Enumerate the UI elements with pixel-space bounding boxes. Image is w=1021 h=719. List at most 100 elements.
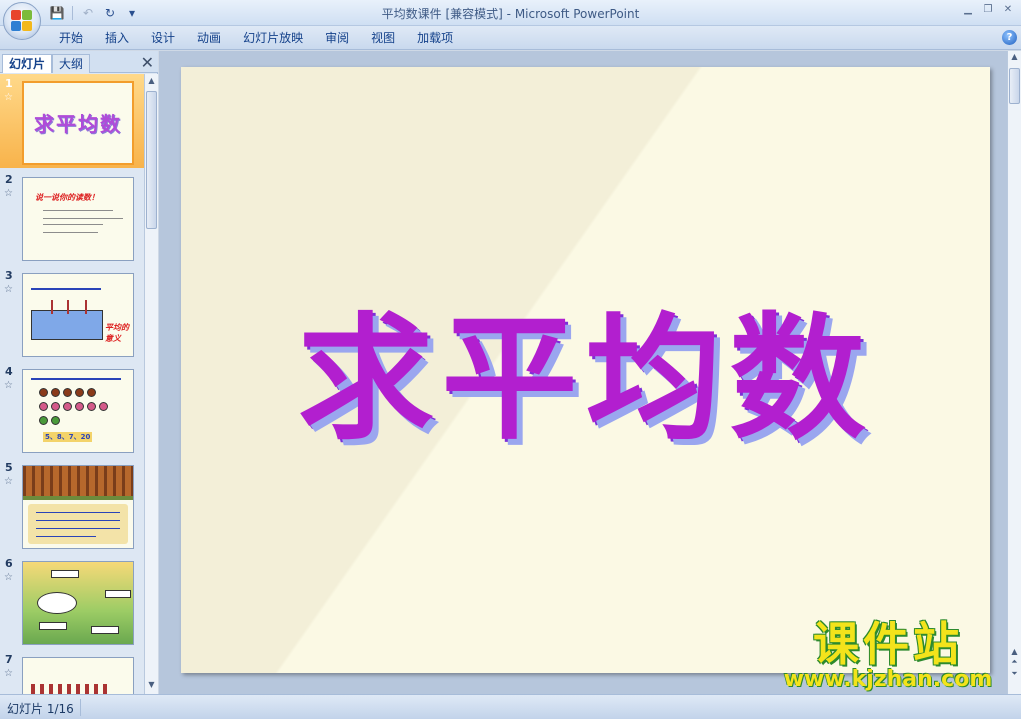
text-line — [43, 224, 103, 225]
thumbnail-row[interactable]: 4 ☆ 5、8、7、20 — [0, 362, 144, 456]
slide-thumbnail[interactable]: 5、8、7、20 — [22, 369, 134, 453]
thumbnail-number: 4 — [5, 365, 13, 378]
measure-stick — [51, 300, 53, 314]
animation-star-icon: ☆ — [4, 284, 13, 295]
ball — [87, 388, 96, 397]
thumbnail-row[interactable]: 6 ☆ — [0, 554, 144, 648]
ribbon-tabs: 开始 插入 设计 动画 幻灯片放映 审阅 视图 加载项 — [48, 26, 464, 50]
speech-bubble — [39, 622, 67, 630]
ball — [75, 402, 84, 411]
text-line — [36, 512, 120, 513]
text-line — [36, 520, 120, 521]
scroll-up-icon[interactable]: ▲ — [1008, 647, 1021, 656]
text-card — [28, 504, 128, 544]
help-icon[interactable]: ? — [1002, 30, 1017, 45]
thumbnail-number: 7 — [5, 653, 13, 666]
animation-star-icon: ☆ — [4, 188, 13, 199]
thumbnail-row[interactable]: 2 ☆ 说一说你的读数！ — [0, 170, 144, 264]
ball — [87, 402, 96, 411]
thumbnail-number: 2 — [5, 173, 13, 186]
animation-star-icon: ☆ — [4, 92, 13, 103]
watermark-brand: 课件站 — [813, 617, 963, 671]
ball — [39, 402, 48, 411]
thumbnail-number: 6 — [5, 557, 13, 570]
slide-edit-area: 求平均数 — [159, 51, 1007, 694]
next-slide-icon[interactable]: ⏷ — [1008, 669, 1021, 679]
slide-thumbnail[interactable]: 平均的意义 — [22, 273, 134, 357]
previous-slide-icon[interactable]: ⏶ — [1008, 657, 1021, 667]
animation-star-icon: ☆ — [4, 380, 13, 391]
animation-star-icon: ☆ — [4, 668, 13, 679]
scrollbar-thumb[interactable] — [1009, 68, 1020, 104]
tab-view[interactable]: 视图 — [360, 26, 406, 50]
scroll-down-icon[interactable]: ▼ — [145, 678, 158, 692]
speech-bubble — [91, 626, 119, 634]
thumbnail-scrollbar[interactable]: ▲ ▼ — [144, 74, 158, 694]
thumbnail-row[interactable]: 1 ☆ 求平均数 — [0, 74, 144, 168]
slide-thumbnail[interactable] — [22, 561, 134, 645]
speech-bubble — [37, 592, 77, 614]
thumbnail-list: 1 ☆ 求平均数 2 ☆ 说一说你的读数！ 3 ☆ 平均的意义 4 ☆ 5、8、… — [0, 74, 144, 694]
panel-close-icon[interactable]: ✕ — [141, 53, 154, 72]
tab-review[interactable]: 审阅 — [314, 26, 360, 50]
text-line — [43, 218, 123, 219]
scroll-up-icon[interactable]: ▲ — [145, 74, 158, 88]
thumbnail-label: 平均的意义 — [105, 323, 129, 343]
slide-indicator: 幻灯片 1/16 — [7, 702, 74, 716]
thumbnail-number: 1 — [5, 77, 13, 90]
tab-design[interactable]: 设计 — [140, 26, 186, 50]
slides-panel: 幻灯片 大纲 ✕ 1 ☆ 求平均数 2 ☆ 说一说你的读数！ 3 ☆ 平均的意义… — [0, 51, 158, 694]
slide-thumbnail[interactable]: 说一说你的读数！ — [22, 177, 134, 261]
slide-thumbnail[interactable]: 求平均数 — [22, 81, 134, 165]
window-title: 平均数课件 [兼容模式] - Microsoft PowerPoint — [0, 5, 1021, 22]
text-line — [36, 528, 120, 529]
scrollbar-thumb[interactable] — [146, 91, 157, 229]
tab-slides[interactable]: 幻灯片 — [2, 54, 53, 73]
slide-scrollbar[interactable]: ▲ ▲ ⏶ ⏷ — [1007, 51, 1021, 694]
speech-bubble — [105, 590, 131, 598]
text-line — [43, 210, 113, 211]
ball — [75, 388, 84, 397]
fence-image — [23, 466, 133, 496]
status-separator — [80, 699, 81, 716]
bar-pattern — [31, 684, 107, 694]
thumbnail-title: 求平均数 — [34, 112, 122, 136]
thumbnail-heading: 说一说你的读数！ — [35, 193, 99, 202]
tab-insert[interactable]: 插入 — [94, 26, 140, 50]
restore-icon[interactable]: ❐ — [981, 2, 995, 16]
thumbnail-number: 5 — [5, 461, 13, 474]
title-bar: 💾 ↶ ↻ ▾ 平均数课件 [兼容模式] - Microsoft PowerPo… — [0, 0, 1021, 26]
ribbon-tab-bar: 开始 插入 设计 动画 幻灯片放映 审阅 视图 加载项 ? — [0, 26, 1021, 50]
office-button[interactable] — [3, 2, 41, 40]
thumbnail-number: 3 — [5, 269, 13, 282]
grass-strip — [23, 496, 133, 500]
thumbnail-row[interactable]: 3 ☆ 平均的意义 — [0, 266, 144, 360]
thumbnail-row[interactable]: 7 ☆ — [0, 650, 144, 694]
ball — [51, 416, 60, 425]
current-slide[interactable]: 求平均数 — [181, 67, 990, 673]
speech-bubble — [51, 570, 79, 578]
text-line — [43, 232, 98, 233]
slide-title[interactable]: 求平均数 — [181, 269, 990, 466]
slide-thumbnail[interactable] — [22, 657, 134, 694]
office-logo-icon — [11, 10, 33, 32]
minimize-icon[interactable]: ▁ — [961, 2, 975, 16]
window-controls: ▁ ❐ ✕ — [961, 2, 1015, 16]
tab-slide-show[interactable]: 幻灯片放映 — [232, 26, 314, 50]
ball — [51, 388, 60, 397]
ball — [51, 402, 60, 411]
close-icon[interactable]: ✕ — [1001, 2, 1015, 16]
animation-star-icon: ☆ — [4, 572, 13, 583]
thumbnail-row[interactable]: 5 ☆ — [0, 458, 144, 552]
slide-thumbnail[interactable] — [22, 465, 134, 549]
tab-add-ins[interactable]: 加载项 — [406, 26, 464, 50]
tab-home[interactable]: 开始 — [48, 26, 94, 50]
ball — [39, 388, 48, 397]
text-line — [31, 288, 101, 290]
tab-animations[interactable]: 动画 — [186, 26, 232, 50]
app-name: Microsoft PowerPoint — [514, 7, 640, 21]
scroll-up-icon[interactable]: ▲ — [1008, 52, 1021, 61]
tab-outline[interactable]: 大纲 — [52, 54, 91, 73]
ball — [99, 402, 108, 411]
watermark-logo: 课件站 www.kjzhan.com — [770, 620, 1006, 694]
